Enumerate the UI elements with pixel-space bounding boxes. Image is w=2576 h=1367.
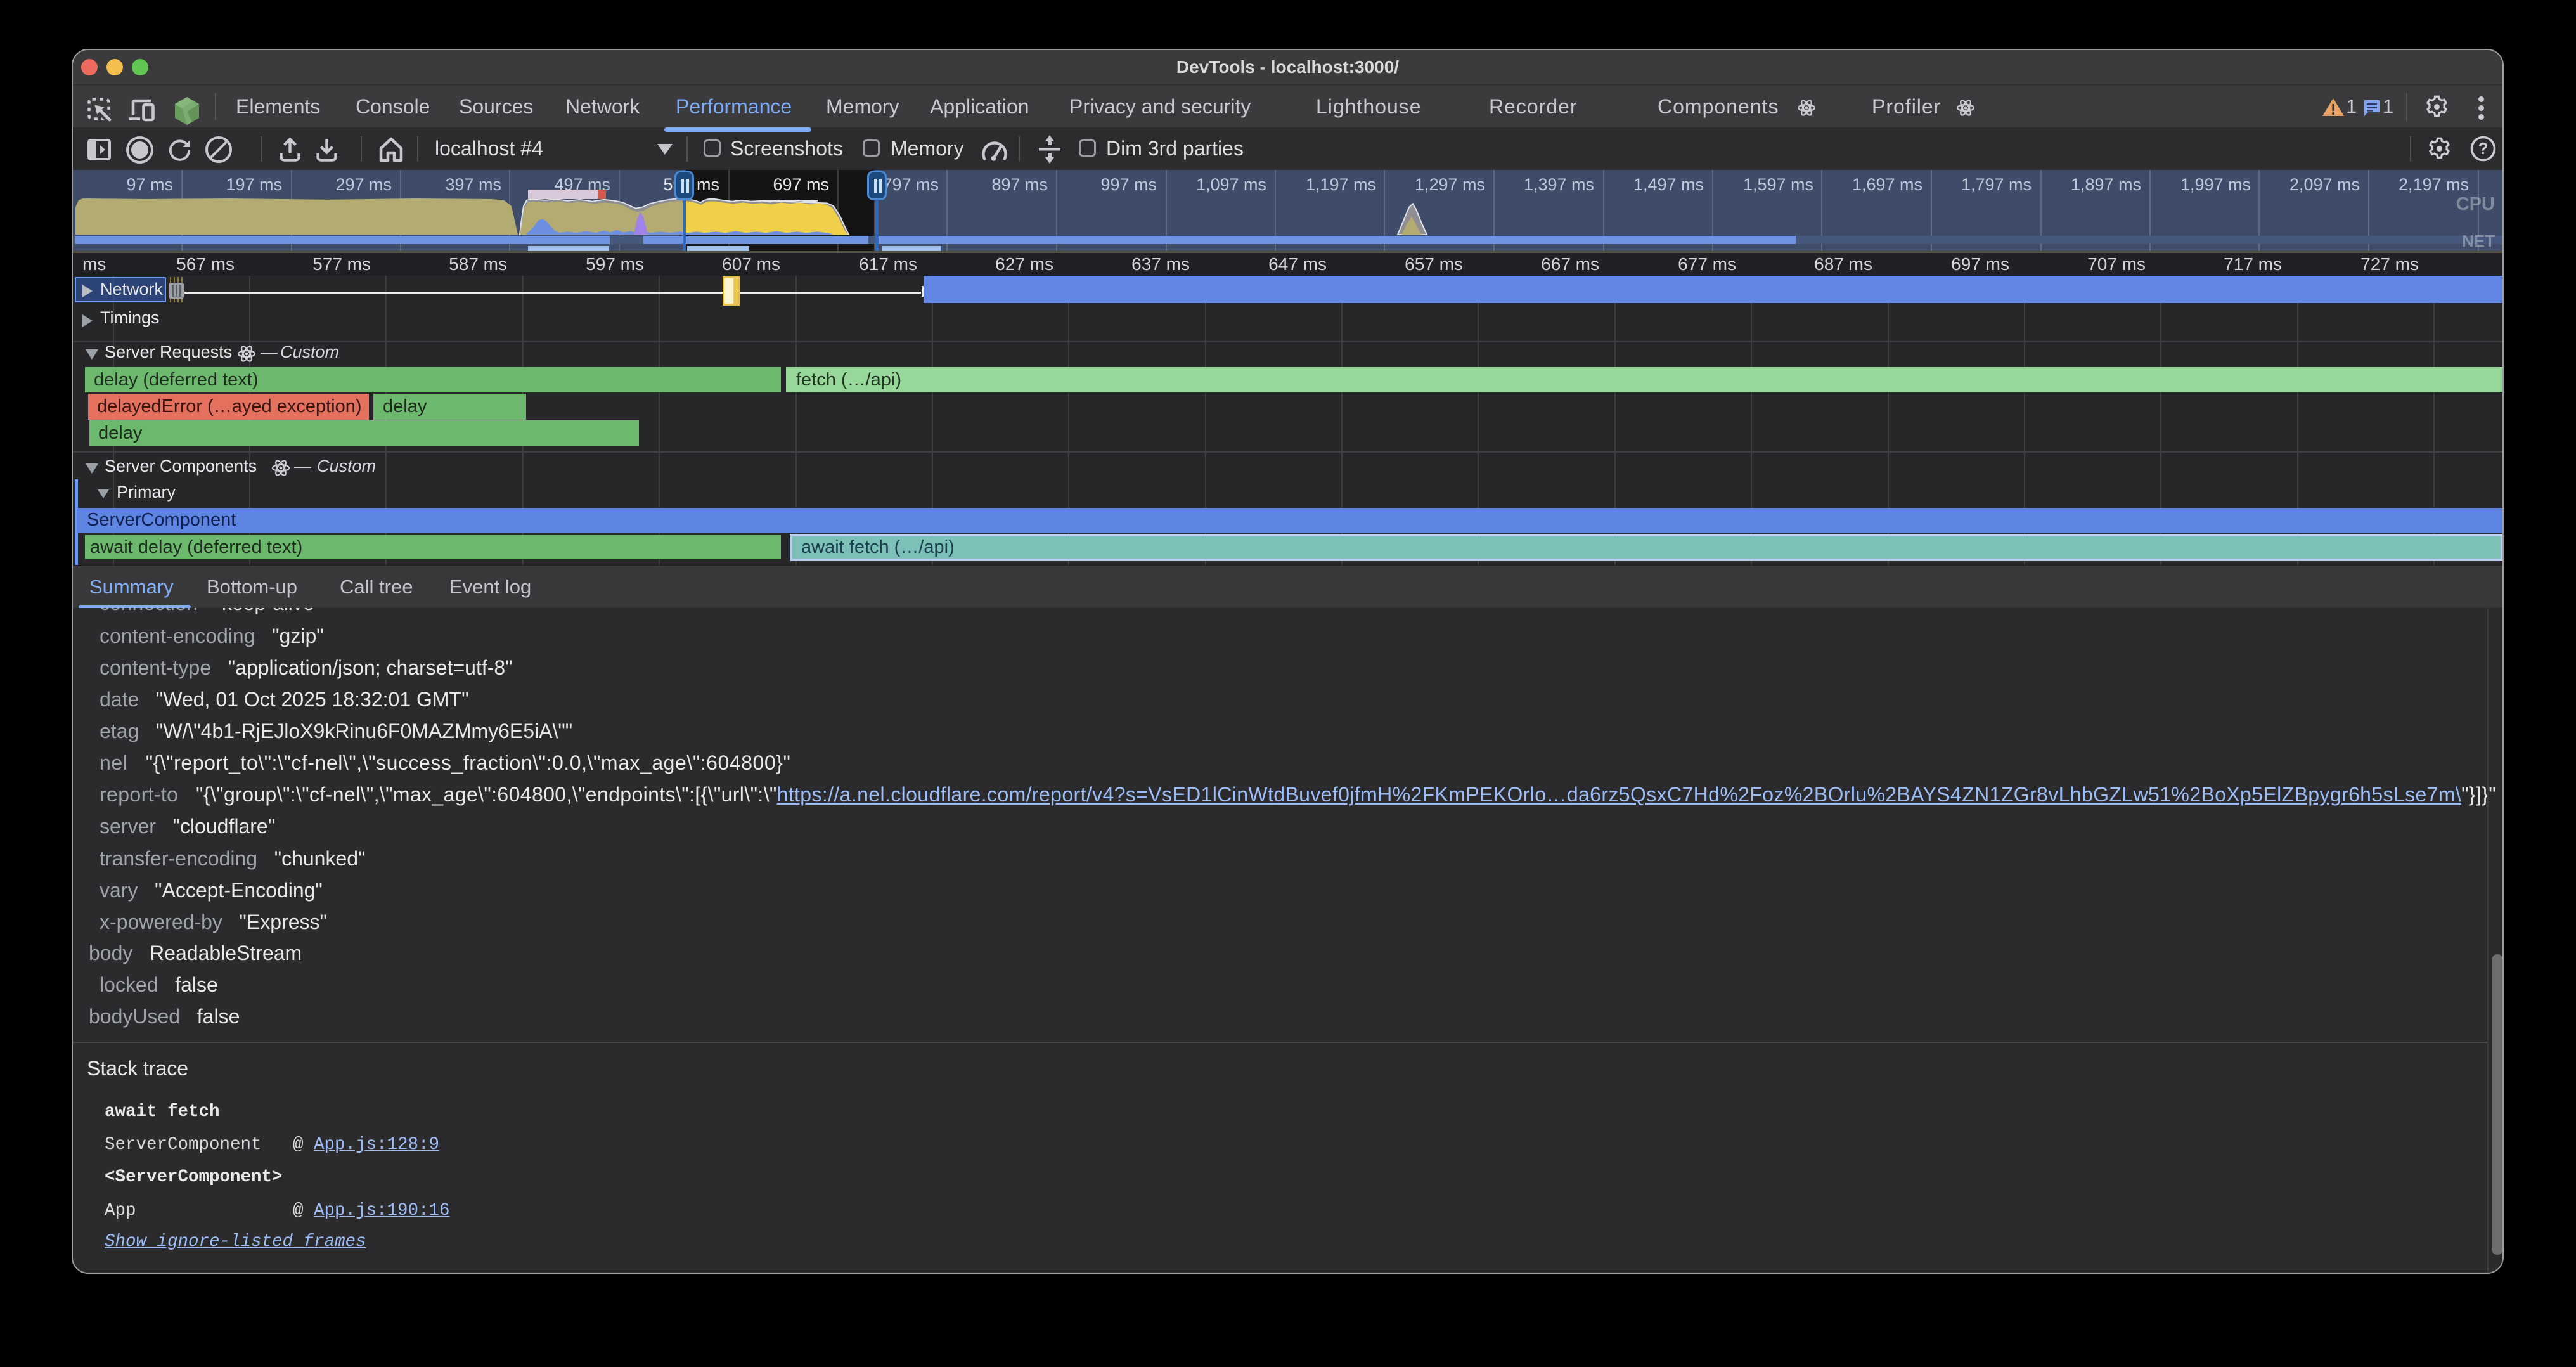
svg-text:?: ? — [2478, 139, 2489, 158]
